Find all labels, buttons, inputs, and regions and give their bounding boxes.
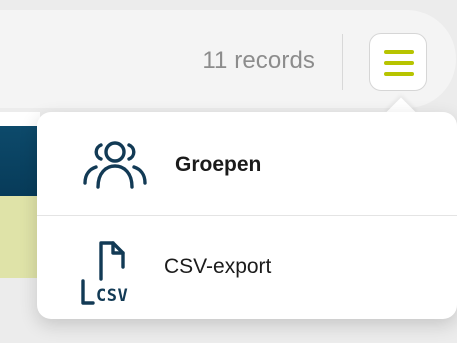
dropdown-menu: Groepen CSV CSV-export [37, 112, 457, 319]
menu-button[interactable] [369, 33, 427, 91]
menu-item-label: CSV-export [164, 255, 272, 278]
record-count: 11 records [202, 47, 315, 74]
users-group-icon [83, 141, 147, 189]
background-panel-dark [0, 126, 40, 196]
toolbar-divider [342, 34, 343, 90]
menu-item-label: Groepen [175, 153, 262, 176]
background-panel-top [0, 112, 40, 126]
menu-item-groepen[interactable]: Groepen [37, 112, 457, 216]
menu-item-csv-export[interactable]: CSV CSV-export [37, 216, 457, 319]
background-panel-highlight [0, 196, 40, 278]
csv-file-icon: CSV [81, 241, 128, 306]
csv-icon-text: CSV [96, 286, 128, 306]
